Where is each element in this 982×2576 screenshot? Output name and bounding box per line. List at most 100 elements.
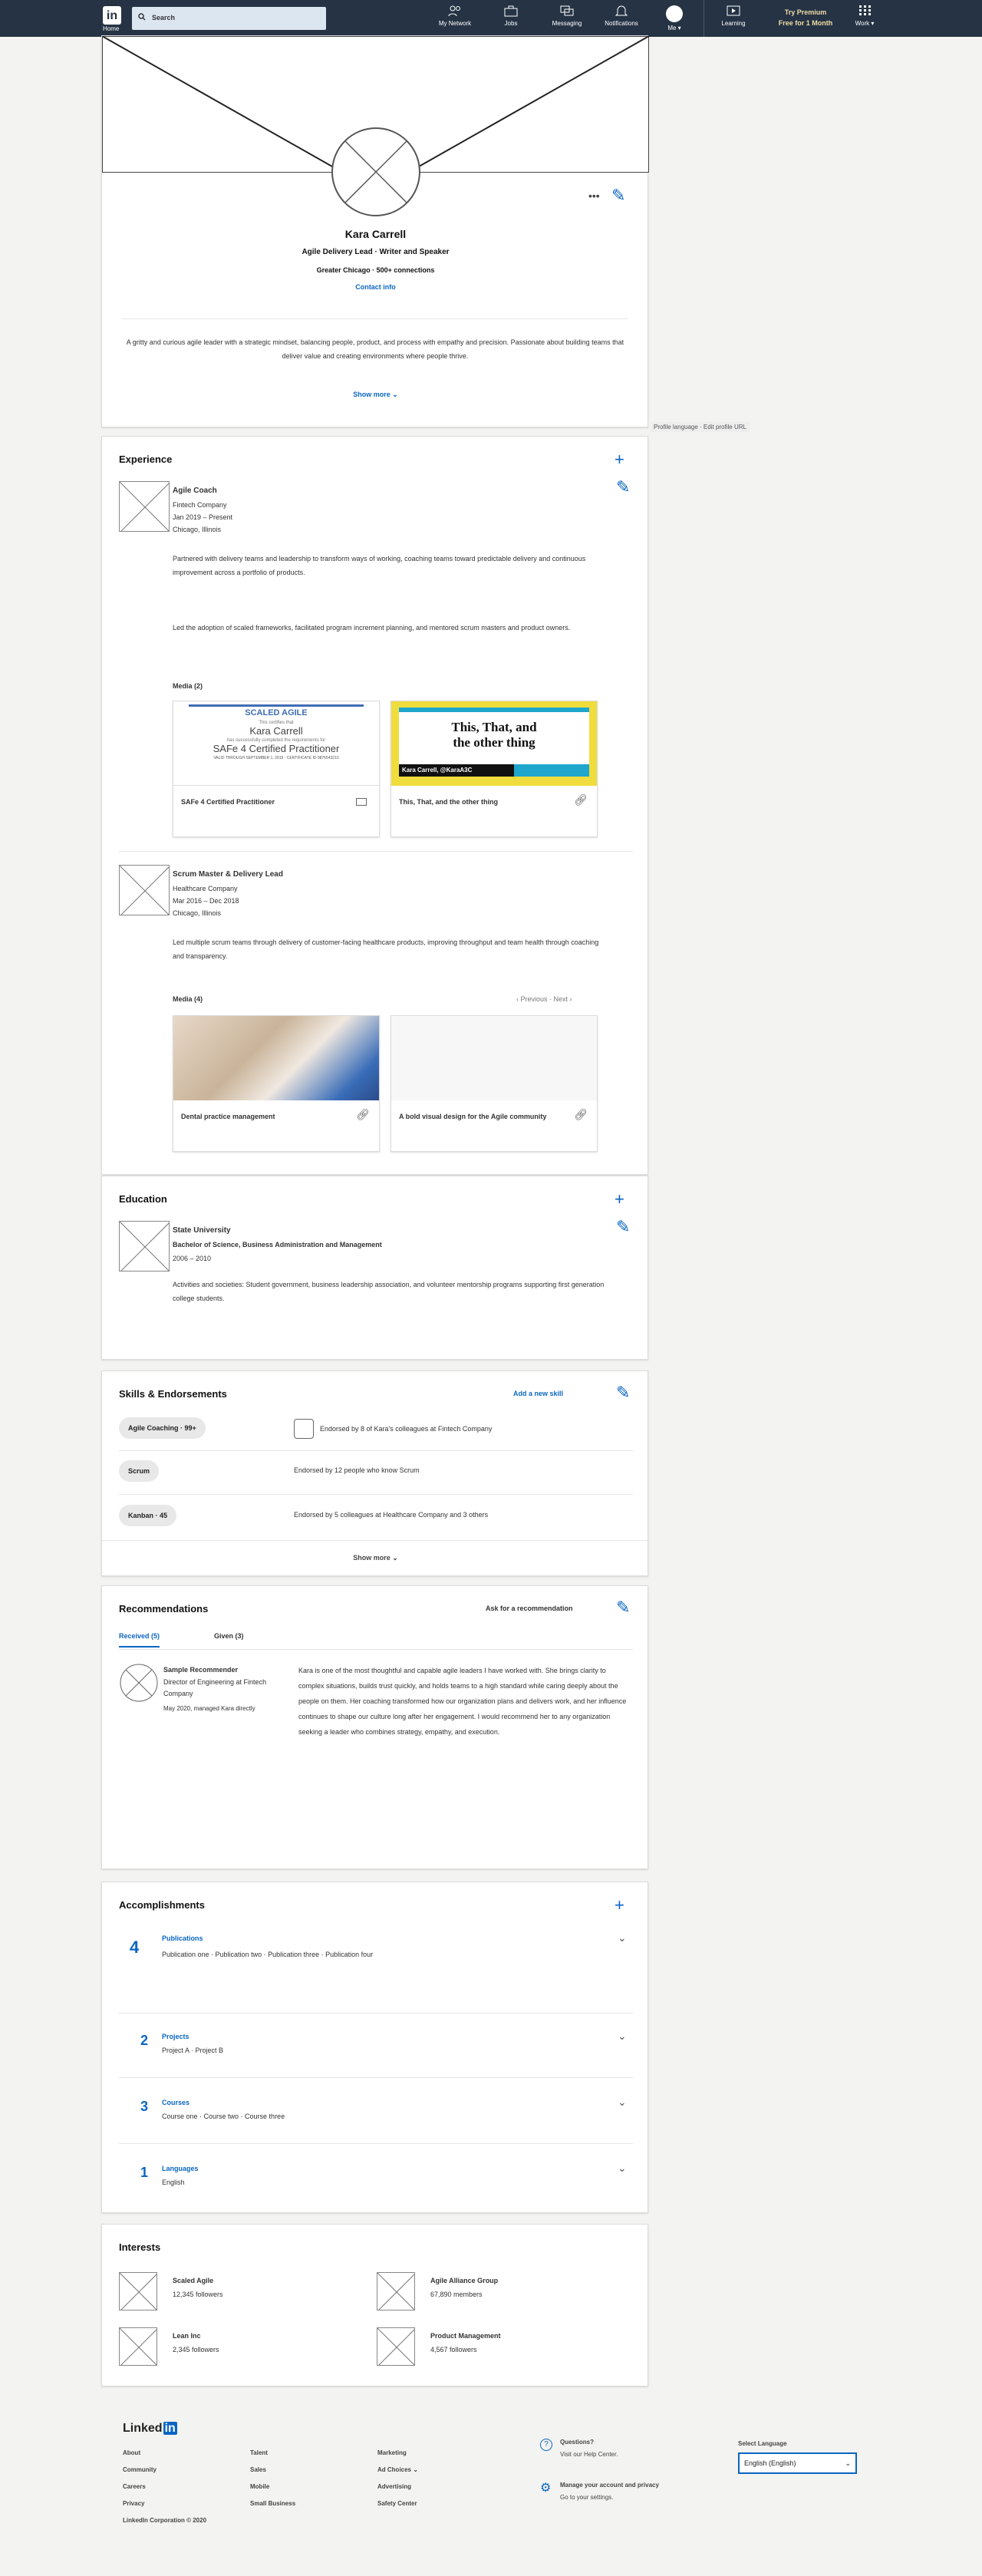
accomplishment-count: 2 — [140, 2033, 149, 2048]
media-card[interactable]: SCALED AGILE This certifies that Kara Ca… — [173, 701, 380, 837]
footer-link[interactable]: Careers — [123, 2483, 146, 2490]
chevron-down-icon: ⌄ — [845, 2459, 851, 2467]
media-card[interactable]: Dental practice management 🔗︎ — [173, 1015, 380, 1152]
search-input[interactable]: Search — [132, 7, 326, 30]
show-more-skills[interactable]: Show more ⌄ — [102, 1554, 649, 1562]
chevron-down-icon[interactable]: ⌄ — [618, 2096, 627, 2109]
interest-name[interactable]: Agile Alliance Group — [430, 2274, 498, 2287]
recommendation-text: Kara is one of the most thoughtful and c… — [298, 1667, 627, 1736]
nav-me[interactable]: Me ▾ — [648, 25, 701, 31]
nav-label: Messaging — [552, 20, 582, 27]
media-card[interactable]: This, That, and the other thing Kara Car… — [390, 701, 598, 837]
grid-icon — [859, 5, 871, 15]
settings-link[interactable]: Manage your account and privacy — [560, 2482, 659, 2489]
footer-link[interactable]: Sales — [250, 2466, 266, 2473]
education-dates: 2006 – 2010 — [173, 1255, 212, 1262]
nav-my-network[interactable]: My Network — [428, 5, 482, 27]
interest-name[interactable]: Product Management — [430, 2329, 501, 2343]
nav-messaging[interactable]: Messaging — [540, 5, 594, 27]
interest-followers: 67,890 members — [430, 2291, 483, 2298]
settings-sub: Go to your settings. — [560, 2494, 614, 2501]
job-location: Chicago, Illinois — [173, 526, 222, 533]
recommender-name[interactable]: Sample Recommender — [163, 1663, 238, 1677]
media-caption: SAFe 4 Certified Practitioner — [181, 798, 275, 806]
show-more-link[interactable]: Show more ⌄ — [102, 391, 649, 399]
section-title: Skills & Endorsements — [119, 1388, 227, 1400]
skill-name: Kanban — [128, 1512, 154, 1519]
cert-logo: SCALED AGILE — [189, 704, 364, 717]
profile-headline: Agile Delivery Lead · Writer and Speaker — [302, 248, 450, 256]
footer-link[interactable]: Advertising — [377, 2483, 411, 2490]
footer-link[interactable]: Mobile — [250, 2483, 269, 2490]
nav-learning[interactable]: Learning — [707, 5, 760, 27]
show-more-label: Show more — [353, 1554, 390, 1562]
tab-given[interactable]: Given (3) — [214, 1629, 244, 1643]
section-title: Experience — [119, 454, 173, 465]
footer-link[interactable]: Privacy — [123, 2500, 144, 2507]
chevron-down-icon[interactable]: ⌄ — [618, 1931, 627, 1944]
edit-pencil-icon[interactable]: ✎ — [611, 187, 625, 204]
help-center-link[interactable]: Questions? — [560, 2439, 594, 2446]
footer-logo[interactable]: Linked in — [123, 2422, 177, 2436]
add-skill-link[interactable]: Add a new skill — [513, 1387, 563, 1400]
nav-jobs[interactable]: Jobs — [484, 5, 538, 27]
chevron-down-icon[interactable]: ⌄ — [618, 2162, 627, 2175]
edit-pencil-icon[interactable]: ✎ — [616, 479, 630, 496]
profile-sidebar-note[interactable]: Profile language · Edit profile URL — [651, 422, 750, 432]
skill-pill[interactable]: Agile Coaching · 99+ — [119, 1417, 206, 1439]
chevron-down-icon[interactable]: ⌄ — [618, 2030, 627, 2043]
nav-work[interactable]: Work ▾ — [838, 5, 891, 27]
nav-label: Notifications — [605, 20, 638, 27]
ask-recommendation-link[interactable]: Ask for a recommendation — [486, 1601, 573, 1615]
footer-link[interactable]: Community — [123, 2466, 157, 2473]
edit-pencil-icon[interactable]: ✎ — [616, 1384, 630, 1401]
contact-info-link[interactable]: Contact info — [102, 283, 649, 291]
profile-photo-placeholder[interactable] — [331, 127, 421, 217]
skill-pill[interactable]: Kanban · 45 — [119, 1505, 177, 1526]
about-summary: A gritty and curious agile leader with a… — [126, 338, 624, 360]
section-title: Interests — [119, 2241, 161, 2253]
edit-pencil-icon[interactable]: ✎ — [616, 1219, 630, 1235]
more-options-icon[interactable]: ••• — [588, 190, 600, 202]
school-name: State University — [173, 1226, 231, 1235]
accomplishment-name: Projects — [162, 2033, 189, 2040]
accomplishment-name: Languages — [162, 2165, 199, 2172]
profile-location: Greater Chicago · 500+ connections — [316, 266, 435, 274]
skill-pill[interactable]: Scrum — [119, 1460, 160, 1482]
footer-link[interactable]: Marketing — [377, 2449, 407, 2456]
section-title: Education — [119, 1193, 167, 1205]
edit-pencil-icon[interactable]: ✎ — [616, 1599, 630, 1616]
tab-received[interactable]: Received (5) — [119, 1629, 160, 1648]
job-location: Chicago, Illinois — [173, 909, 222, 917]
interest-followers: 12,345 followers — [173, 2291, 223, 2298]
language-label: Select Language — [738, 2440, 787, 2447]
accomplishment-name: Publications — [162, 1934, 203, 1942]
show-more-label: Show more — [353, 391, 390, 398]
footer-link[interactable]: Talent — [250, 2449, 268, 2456]
interest-name[interactable]: Lean Inc — [173, 2329, 201, 2343]
linkedin-logo[interactable]: in — [103, 6, 121, 25]
profile-name: Kara Carrell — [344, 228, 407, 240]
top-nav: in Home Search My Network Jobs Messaging… — [0, 0, 982, 37]
add-experience-icon[interactable]: + — [615, 451, 624, 468]
add-education-icon[interactable]: + — [615, 1191, 624, 1208]
divider — [119, 851, 633, 852]
add-accomplishment-icon[interactable]: + — [615, 1897, 624, 1914]
link-icon: 🔗︎ — [356, 1108, 370, 1120]
cert-person: Kara Carrell — [249, 725, 303, 737]
recommendation-date: May 2020, managed Kara directly — [163, 1705, 255, 1712]
footer-link[interactable]: About — [123, 2449, 140, 2456]
media-card[interactable]: A bold visual design for the Agile commu… — [390, 1015, 598, 1152]
language-select[interactable]: English (English) ⌄ — [738, 2452, 857, 2474]
footer-link[interactable]: Ad Choices ⌄ — [377, 2466, 418, 2473]
divider — [119, 1649, 633, 1650]
degree: Bachelor of Science, Business Administra… — [173, 1241, 382, 1248]
interest-name[interactable]: Scaled Agile — [173, 2274, 213, 2287]
media-pager[interactable]: ‹ Previous · Next › — [516, 992, 572, 1006]
nav-notifications[interactable]: Notifications — [595, 5, 648, 27]
footer-link[interactable]: Small Business — [250, 2500, 295, 2507]
footer-link[interactable]: Safety Center — [377, 2500, 417, 2507]
article-author: Kara Carrell, @KaraA3C — [399, 764, 514, 777]
avatar[interactable] — [666, 5, 683, 22]
skill-count: 45 — [160, 1512, 168, 1519]
